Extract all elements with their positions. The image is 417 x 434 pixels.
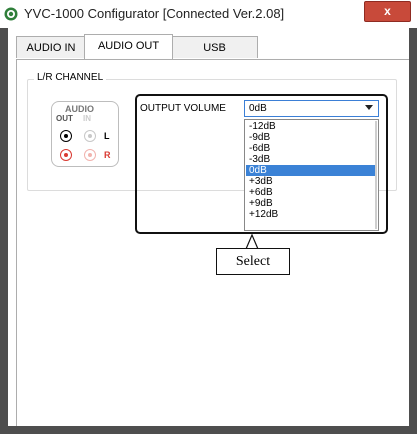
close-button[interactable]: x (364, 1, 411, 22)
right-channel-label: R (104, 150, 111, 160)
out-label: OUT (56, 114, 73, 123)
app-icon (4, 7, 18, 21)
group-legend: L/R CHANNEL (34, 72, 107, 83)
jack-in-right-icon (84, 149, 96, 161)
jack-out-right-icon (60, 149, 72, 161)
tab-audio-out[interactable]: AUDIO OUT (84, 34, 173, 59)
app-window: YVC-1000 Configurator [Connected Ver.2.0… (0, 0, 417, 434)
jack-out-left-icon (60, 130, 72, 142)
window-title: YVC-1000 Configurator [Connected Ver.2.0… (24, 6, 285, 21)
callout-label: Select (216, 248, 290, 275)
jack-in-left-icon (84, 130, 96, 142)
in-label: IN (83, 114, 91, 123)
title-bar[interactable]: YVC-1000 Configurator [Connected Ver.2.0… (0, 0, 417, 28)
left-channel-label: L (104, 131, 110, 141)
tab-audio-in[interactable]: AUDIO IN (16, 36, 86, 58)
tab-usb[interactable]: USB (171, 36, 258, 58)
audio-label: AUDIO (65, 104, 94, 114)
callout-pointer-icon (245, 233, 259, 249)
callout-highlight-box (135, 94, 388, 234)
